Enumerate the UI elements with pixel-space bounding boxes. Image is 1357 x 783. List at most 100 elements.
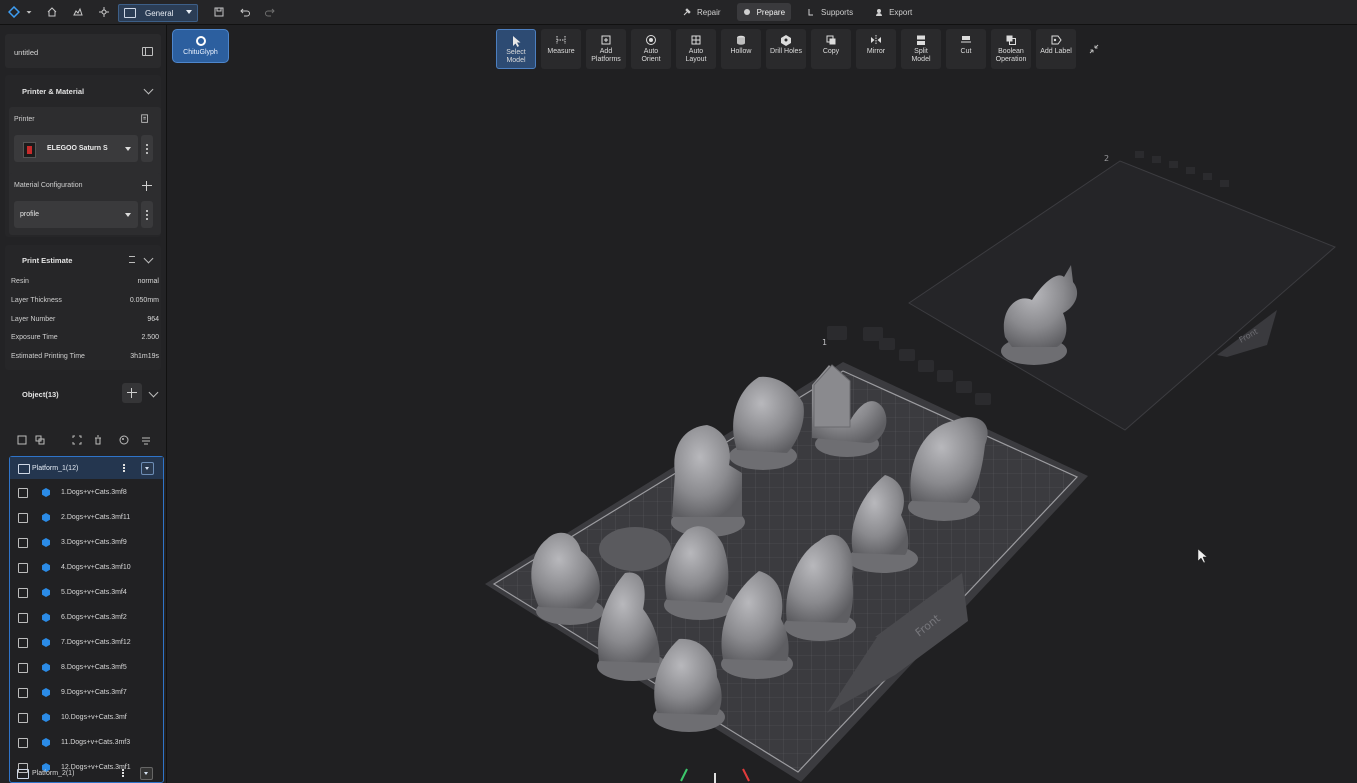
undo-icon[interactable] xyxy=(237,4,253,20)
platform-2-more-icon[interactable] xyxy=(122,769,124,777)
measure-button[interactable]: Measure xyxy=(541,29,581,69)
object-row[interactable]: 9.Dogs+v+Cats.3mf7 xyxy=(10,680,163,705)
mirror-icon xyxy=(870,34,882,46)
object-row[interactable]: 10.Dogs+v+Cats.3mf xyxy=(10,705,163,730)
object-checkbox[interactable] xyxy=(18,738,28,748)
platform-1[interactable]: Front 1 xyxy=(485,326,1088,783)
object-checkbox[interactable] xyxy=(18,563,28,573)
workspace-select[interactable]: General xyxy=(118,4,198,22)
object-row[interactable]: 7.Dogs+v+Cats.3mf12 xyxy=(10,630,163,655)
tab-supports[interactable]: Supports xyxy=(801,3,859,21)
cube-icon xyxy=(42,513,50,522)
hollow-button[interactable]: Hollow xyxy=(721,29,761,69)
home-icon[interactable] xyxy=(44,4,60,20)
object-checkbox[interactable] xyxy=(18,663,28,673)
multi-select-icon[interactable] xyxy=(35,435,45,445)
cloud-icon[interactable] xyxy=(70,4,86,20)
chevron-down-icon xyxy=(186,10,192,14)
object-checkbox[interactable] xyxy=(18,688,28,698)
object-row[interactable]: 11.Dogs+v+Cats.3mf3 xyxy=(10,730,163,755)
material-more-button[interactable] xyxy=(141,201,153,228)
project-name[interactable]: untitled xyxy=(14,48,38,57)
object-name: 6.Dogs+v+Cats.3mf2 xyxy=(61,614,127,621)
platform-1-more-icon[interactable] xyxy=(123,464,125,472)
object-row[interactable]: 5.Dogs+v+Cats.3mf4 xyxy=(10,580,163,605)
printer-name: ELEGOO Saturn S xyxy=(47,145,108,152)
add-platforms-button[interactable]: Add Platforms xyxy=(586,29,626,69)
axis-gizmo xyxy=(680,768,750,783)
chevron-down-icon[interactable] xyxy=(143,84,154,95)
auto-orient-button[interactable]: Auto Orient xyxy=(631,29,671,69)
save-icon[interactable] xyxy=(211,4,227,20)
platform-2-expand-button[interactable] xyxy=(140,767,153,780)
boolean-operation-button[interactable]: Boolean Operation xyxy=(991,29,1031,69)
object-checkbox[interactable] xyxy=(18,538,28,548)
collapse-toolbar-icon[interactable] xyxy=(1089,44,1099,54)
chituglyph-label: ChituGlyph xyxy=(183,49,218,56)
delete-icon[interactable] xyxy=(93,435,103,445)
platform-1-label: Platform_1(12) xyxy=(32,465,79,472)
chituglyph-button[interactable]: ChituGlyph xyxy=(172,29,229,63)
object-checkbox[interactable] xyxy=(18,638,28,648)
group-icon[interactable] xyxy=(72,435,82,445)
printer-settings-icon[interactable] xyxy=(140,114,150,124)
3d-viewport[interactable]: Front 2 Front 1 ChituGlyph Select Model … xyxy=(167,25,1357,783)
material-select[interactable]: profile xyxy=(14,201,138,228)
object-row[interactable]: 4.Dogs+v+Cats.3mf10 xyxy=(10,555,163,580)
tab-export[interactable]: Export xyxy=(869,3,918,21)
object-row[interactable]: 2.Dogs+v+Cats.3mf11 xyxy=(10,505,163,530)
material-config-label: Material Configuration xyxy=(14,182,83,189)
cube-icon xyxy=(42,688,50,697)
select-model-button[interactable]: Select Model xyxy=(496,29,536,69)
network-icon[interactable] xyxy=(96,4,112,20)
estimate-label: Layer Number xyxy=(11,316,56,323)
filter-icon[interactable] xyxy=(141,435,151,445)
select-all-checkbox[interactable] xyxy=(17,435,27,445)
add-object-button[interactable] xyxy=(122,383,142,403)
model-toolbar: Select Model Measure Add Platforms Auto Ori… xyxy=(496,29,1076,69)
add-platform-icon xyxy=(600,34,612,46)
object-checkbox[interactable] xyxy=(18,588,28,598)
chevron-down-icon[interactable] xyxy=(148,387,159,398)
list-icon[interactable] xyxy=(129,256,135,263)
copy-button[interactable]: Copy xyxy=(811,29,851,69)
object-row[interactable]: 3.Dogs+v+Cats.3mf9 xyxy=(10,530,163,555)
platform-2-header[interactable]: Platform_2(1) xyxy=(9,764,162,783)
mirror-button[interactable]: Mirror xyxy=(856,29,896,69)
printer-label: Printer xyxy=(14,116,35,123)
printer-select[interactable]: ELEGOO Saturn S xyxy=(14,135,138,162)
object-checkbox[interactable] xyxy=(18,488,28,498)
platform-1-header[interactable]: Platform_1(12) xyxy=(10,457,163,479)
app-menu-caret-icon[interactable] xyxy=(24,4,34,20)
printer-thumbnail-icon xyxy=(23,142,36,158)
mouse-cursor-icon xyxy=(1197,548,1208,564)
object-row[interactable]: 8.Dogs+v+Cats.3mf5 xyxy=(10,655,163,680)
scene-canvas[interactable]: Front 2 Front 1 xyxy=(167,25,1357,783)
cut-button[interactable]: Cut xyxy=(946,29,986,69)
panel-toggle-icon[interactable] xyxy=(142,47,153,56)
platform-2[interactable]: Front 2 xyxy=(908,151,1336,431)
object-row[interactable]: 6.Dogs+v+Cats.3mf2 xyxy=(10,605,163,630)
add-label-button[interactable]: Add Label xyxy=(1036,29,1076,69)
tab-export-label: Export xyxy=(889,7,913,17)
printer-more-button[interactable] xyxy=(141,135,153,162)
auto-layout-button[interactable]: Auto Layout xyxy=(676,29,716,69)
object-checkbox[interactable] xyxy=(18,613,28,623)
platform-1-collapse-button[interactable] xyxy=(141,462,154,475)
split-icon xyxy=(915,34,927,46)
split-model-button[interactable]: Split Model xyxy=(901,29,941,69)
object-checkbox[interactable] xyxy=(18,713,28,723)
tab-prepare[interactable]: Prepare xyxy=(736,3,792,21)
object-checkbox[interactable] xyxy=(18,513,28,523)
drill-holes-button[interactable]: Drill Holes xyxy=(766,29,806,69)
object-name: 4.Dogs+v+Cats.3mf10 xyxy=(61,564,131,571)
app-logo-icon[interactable] xyxy=(6,4,22,20)
object-row[interactable]: 1.Dogs+v+Cats.3mf8 xyxy=(10,480,163,505)
tab-repair[interactable]: Repair xyxy=(677,3,727,21)
color-icon[interactable] xyxy=(119,435,129,445)
chevron-down-icon[interactable] xyxy=(143,253,154,264)
project-card: untitled xyxy=(5,34,161,68)
add-material-icon[interactable] xyxy=(142,181,152,191)
add-label-label: Add Label xyxy=(1040,48,1072,55)
redo-icon[interactable] xyxy=(262,4,278,20)
